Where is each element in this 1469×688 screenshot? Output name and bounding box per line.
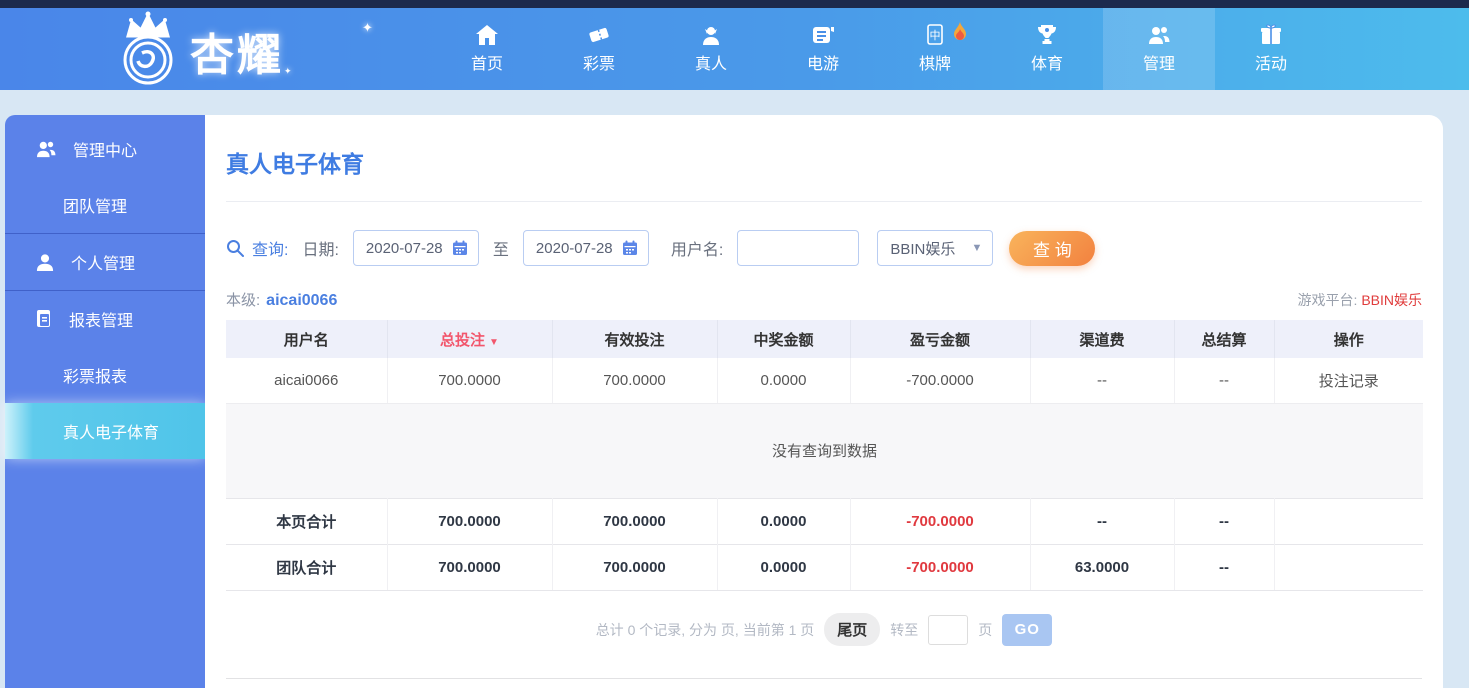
meta-row: 本级: aicai0066 游戏平台: BBIN娱乐: [226, 288, 1422, 310]
sidebar-item-team-manage[interactable]: 团队管理: [5, 177, 205, 233]
go-button[interactable]: GO: [1002, 613, 1053, 646]
team-total-row: 团队合计 700.0000 700.0000 0.0000 -700.0000 …: [226, 543, 1423, 591]
col-total-bet[interactable]: 总投注 ▼: [387, 320, 553, 358]
main-nav: 首页 彩票 真人 电游 中 棋牌 体育 管理 活动: [431, 8, 1327, 90]
col-settlement: 总结算: [1174, 320, 1275, 358]
sidebar-item-personal-manage[interactable]: 个人管理: [5, 234, 205, 290]
last-page-button[interactable]: 尾页: [824, 613, 881, 646]
divider: [226, 201, 1422, 202]
hot-flame-icon: [954, 22, 966, 40]
divider: [226, 677, 1422, 679]
users-icon: [37, 141, 56, 158]
mahjong-icon: 中: [927, 24, 943, 45]
to-label: 至: [492, 242, 509, 259]
main-panel: 真人电子体育 查询: 日期: 2020-07-28 至 2020-07-28 用…: [205, 115, 1443, 688]
platform-label: 游戏平台:: [1297, 292, 1358, 308]
sidebar: 管理中心 团队管理 个人管理 报表管理 彩票报表 真人电子体育: [5, 115, 205, 688]
pagination: 总计 0 个记录, 分为 页, 当前第 1 页 尾页 转至 页 GO: [226, 612, 1422, 648]
sidebar-item-label: 个人管理: [71, 256, 136, 273]
date-from-input[interactable]: 2020-07-28: [352, 230, 479, 266]
table-row: aicai0066 700.0000 700.0000 0.0000 -700.…: [226, 358, 1423, 404]
total-label: 本页合计: [226, 497, 388, 544]
username-label: 用户名:: [670, 242, 724, 259]
search-form: 查询: 日期: 2020-07-28 至 2020-07-28 用户名: BBI…: [226, 230, 1422, 266]
username-input[interactable]: [737, 230, 860, 266]
platform-select[interactable]: BBIN娱乐 ▼: [877, 230, 994, 266]
svg-text:中: 中: [930, 29, 941, 42]
user-icon: [36, 254, 54, 271]
cell-valid-bet: 700.0000: [552, 358, 718, 404]
calendar-icon: [452, 240, 467, 255]
cell-settlement: --: [1174, 358, 1275, 404]
table-header-row: 用户名 总投注 ▼ 有效投注 中奖金额 盈亏金额 渠道费 总结算 操作: [226, 320, 1423, 358]
platform-value: BBIN娱乐: [1361, 292, 1422, 308]
nav-item-manage[interactable]: 管理: [1103, 8, 1215, 90]
cell-profit: -700.0000: [850, 358, 1031, 404]
sparkle-icon: ✦: [284, 66, 292, 76]
person-icon: [703, 26, 719, 45]
crown-emblem-icon: [123, 11, 173, 85]
sort-desc-icon: ▼: [489, 336, 499, 348]
brand-name: 杏耀: [190, 31, 284, 80]
calendar-icon: [622, 240, 637, 255]
sidebar-item-live-esports[interactable]: 真人电子体育: [5, 403, 205, 459]
nav-item-boardgames[interactable]: 中 棋牌: [879, 8, 991, 90]
query-button[interactable]: 查 询: [1009, 230, 1096, 266]
trophy-icon: [1038, 25, 1056, 44]
col-win-amount: 中奖金额: [717, 320, 851, 358]
nav-item-home[interactable]: 首页: [431, 8, 543, 90]
date-to-input[interactable]: 2020-07-28: [522, 230, 649, 266]
col-username: 用户名: [226, 320, 388, 358]
sidebar-item-label: 报表管理: [69, 313, 134, 330]
total-label: 团队合计: [226, 543, 388, 591]
cell-username: aicai0066: [226, 358, 388, 404]
cell-total-bet: 700.0000: [387, 358, 553, 404]
game-platform: 游戏平台: BBIN娱乐: [1298, 290, 1422, 310]
empty-message: 没有查询到数据: [226, 403, 1423, 498]
nav-item-live[interactable]: 真人: [655, 8, 767, 90]
ticket-icon: [589, 27, 609, 42]
sidebar-item-label: 管理中心: [73, 143, 138, 160]
sidebar-item-lottery-report[interactable]: 彩票报表: [5, 347, 205, 403]
col-action: 操作: [1274, 320, 1423, 358]
sidebar-item-label: 真人电子体育: [63, 425, 160, 442]
bet-records-link[interactable]: 投注记录: [1274, 358, 1423, 404]
nav-item-activity[interactable]: 活动: [1215, 8, 1327, 90]
col-profit: 盈亏金额: [850, 320, 1031, 358]
nav-item-sports[interactable]: 体育: [991, 8, 1103, 90]
empty-row: 没有查询到数据: [226, 403, 1423, 498]
home-icon: [476, 24, 498, 45]
level-label: 本级:: [226, 292, 261, 309]
page-unit-label: 页: [978, 621, 993, 638]
search-icon: [227, 240, 244, 257]
nav-item-lottery[interactable]: 彩票: [543, 8, 655, 90]
date-label: 日期:: [302, 242, 339, 259]
page-number-input[interactable]: [928, 614, 969, 645]
gift-icon: [1261, 24, 1281, 44]
sidebar-item-manage-center[interactable]: 管理中心: [5, 121, 205, 177]
page-total-row: 本页合计 700.0000 700.0000 0.0000 -700.0000 …: [226, 497, 1423, 544]
report-icon: [37, 310, 50, 327]
col-channel-fee: 渠道费: [1030, 320, 1175, 358]
level-value: aicai0066: [266, 292, 338, 309]
nav-item-egames[interactable]: 电游: [767, 8, 879, 90]
top-navbar: 杏耀 ✦ ✦ 首页 彩票 真人 电游 中 棋牌 体育 管理 活动: [0, 8, 1469, 90]
top-strip: [0, 0, 1469, 8]
users-icon: [1149, 26, 1170, 44]
query-label: 查询:: [252, 242, 289, 259]
cell-win-amount: 0.0000: [717, 358, 851, 404]
report-table: 用户名 总投注 ▼ 有效投注 中奖金额 盈亏金额 渠道费 总结算 操作 aicai…: [226, 320, 1423, 591]
slot-icon: [813, 26, 834, 43]
brand-logo[interactable]: 杏耀 ✦ ✦: [112, 8, 373, 90]
goto-label: 转至: [890, 621, 919, 638]
pagination-summary: 总计 0 个记录, 分为 页, 当前第 1 页: [595, 621, 815, 638]
sidebar-item-label: 团队管理: [63, 199, 128, 216]
sidebar-item-label: 彩票报表: [63, 369, 128, 386]
col-valid-bet: 有效投注: [552, 320, 718, 358]
sidebar-item-report-manage[interactable]: 报表管理: [5, 291, 205, 347]
page-title: 真人电子体育: [226, 151, 364, 177]
chevron-down-icon: ▼: [971, 242, 983, 254]
sparkle-icon: ✦: [362, 20, 373, 35]
cell-channel-fee: --: [1030, 358, 1175, 404]
